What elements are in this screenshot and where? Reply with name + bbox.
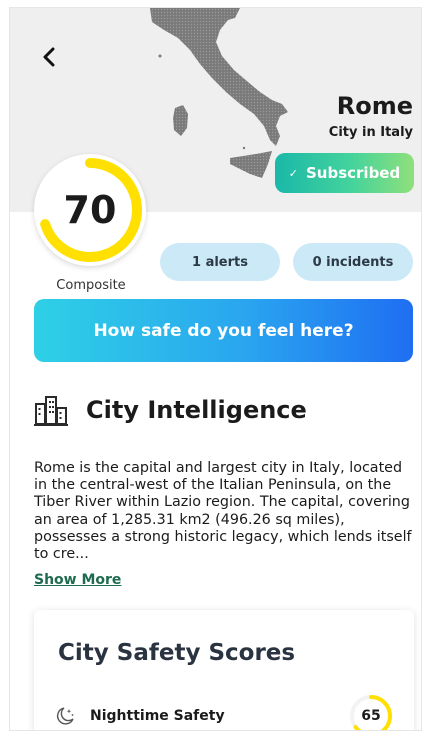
city-intelligence-header: City Intelligence: [34, 394, 307, 426]
subscribed-button[interactable]: ✓ Subscribed: [275, 153, 414, 193]
subscribed-label: Subscribed: [305, 164, 401, 182]
city-intelligence-title: City Intelligence: [86, 396, 307, 424]
app-screen: Rome City in Italy ✓ Subscribed 70 Compo…: [9, 7, 422, 731]
city-intelligence-description: Rome is the capital and largest city in …: [34, 460, 412, 563]
nighttime-safety-label: Nighttime Safety: [90, 708, 225, 724]
composite-score-gauge: 70: [34, 154, 146, 266]
city-safety-scores-card: City Safety Scores Nighttime Safety 65: [34, 610, 414, 730]
feel-safe-button[interactable]: How safe do you feel here?: [34, 299, 413, 362]
nighttime-safety-gauge: 65: [348, 693, 394, 730]
nighttime-safety-row[interactable]: Nighttime Safety 65: [54, 692, 394, 730]
city-name: Rome: [336, 92, 413, 120]
moon-stars-icon: [56, 707, 74, 725]
incidents-badge[interactable]: 0 incidents: [293, 243, 413, 281]
city-subtitle: City in Italy: [328, 125, 413, 140]
city-safety-scores-title: City Safety Scores: [58, 640, 296, 666]
chevron-left-icon: [43, 47, 55, 67]
composite-score-value: 70: [63, 188, 117, 232]
composite-label: Composite: [56, 278, 126, 293]
alerts-badge[interactable]: 1 alerts: [160, 243, 280, 281]
show-more-link[interactable]: Show More: [34, 572, 121, 588]
nighttime-safety-value: 65: [361, 708, 381, 724]
composite-score-circle: 70: [34, 154, 146, 266]
back-button[interactable]: [34, 42, 64, 72]
city-buildings-icon: [34, 396, 68, 426]
check-icon: ✓: [288, 166, 298, 180]
